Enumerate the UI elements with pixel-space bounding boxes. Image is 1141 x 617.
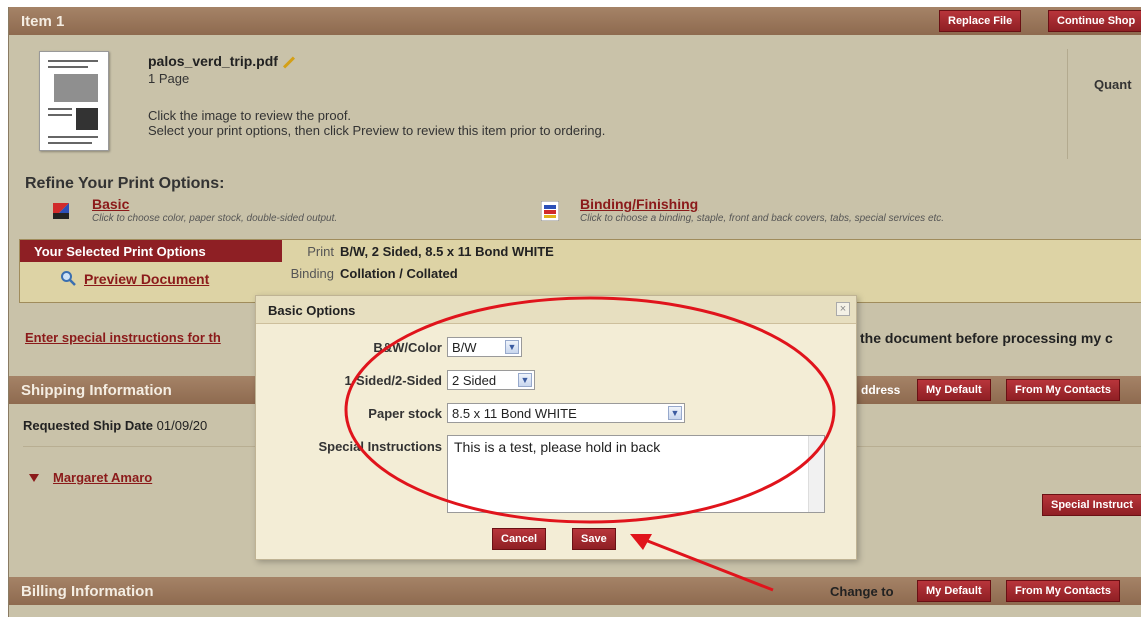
special-instructions-textarea[interactable]: This is a test, please hold in back <box>447 435 825 513</box>
refine-heading: Refine Your Print Options: <box>25 175 225 192</box>
options-hint: Select your print options, then click Pr… <box>148 123 606 138</box>
chevron-down-icon: ▼ <box>668 406 682 420</box>
dialog-title: Basic Options <box>268 303 356 318</box>
sided-select[interactable]: 2 Sided ▼ <box>447 370 535 390</box>
divider <box>1067 49 1068 159</box>
address-label: ddress <box>861 383 901 397</box>
close-icon[interactable]: × <box>836 302 850 316</box>
basic-options-dialog: Basic Options × B&W/Color B/W ▼ 1-Sided/2… <box>255 295 857 560</box>
selected-options-panel: Your Selected Print Options Preview Docu… <box>19 239 1141 303</box>
binding-finishing-link[interactable]: Binding/Finishing <box>580 196 698 212</box>
selected-options-tab: Your Selected Print Options <box>20 240 282 262</box>
special-instructions-label: Special Instructions <box>318 439 442 454</box>
shipping-title: Shipping Information <box>21 382 172 399</box>
quantity-label: Quant <box>1094 77 1132 92</box>
binding-finishing-desc: Click to choose a binding, staple, front… <box>580 213 945 224</box>
continue-shopping-button[interactable]: Continue Shop <box>1048 10 1141 32</box>
color-select[interactable]: B/W ▼ <box>447 337 522 357</box>
requested-ship-date: Requested Ship Date 01/09/20 <box>23 418 208 433</box>
special-instructions-link[interactable]: Enter special instructions for th <box>25 330 221 345</box>
print-label: Print <box>307 244 334 259</box>
chevron-down-icon: ▼ <box>505 340 519 354</box>
document-thumbnail[interactable] <box>39 51 109 151</box>
dialog-header: Basic Options × <box>256 296 856 324</box>
billing-header: Billing Information Change to My Default… <box>9 577 1141 605</box>
preview-document-link[interactable]: Preview Document <box>84 271 209 287</box>
pencil-edit-icon[interactable] <box>282 56 295 69</box>
magnifier-icon[interactable] <box>60 270 76 286</box>
billing-from-contacts-button[interactable]: From My Contacts <box>1006 580 1120 602</box>
cancel-button[interactable]: Cancel <box>492 528 547 550</box>
print-value: B/W, 2 Sided, 8.5 x 11 Bond WHITE <box>340 244 554 259</box>
item-header: Item 1 Replace File Continue Shop <box>9 7 1141 35</box>
basic-options-link[interactable]: Basic <box>92 196 129 212</box>
billing-my-default-button[interactable]: My Default <box>917 580 991 602</box>
color-palette-icon <box>53 203 69 219</box>
binding-label: Binding <box>290 266 334 281</box>
triangle-down-icon <box>29 474 39 482</box>
paper-stock-select[interactable]: 8.5 x 11 Bond WHITE ▼ <box>447 403 685 423</box>
sided-label: 1-Sided/2-Sided <box>344 373 442 388</box>
shipping-from-contacts-button[interactable]: From My Contacts <box>1006 379 1120 401</box>
chevron-down-icon: ▼ <box>518 373 532 387</box>
page-count: 1 Page <box>148 71 190 86</box>
ship-contact[interactable]: Margaret Amaro <box>29 470 152 485</box>
color-label: B&W/Color <box>373 340 442 355</box>
billing-title: Billing Information <box>21 583 154 600</box>
binding-icon <box>541 201 559 221</box>
instructions-checkbox-label: the document before processing my c <box>860 330 1113 346</box>
binding-value: Collation / Collated <box>340 266 458 281</box>
file-name: palos_verd_trip.pdf <box>148 53 296 69</box>
review-hint: Click the image to review the proof. <box>148 108 352 123</box>
basic-options-desc: Click to choose color, paper stock, doub… <box>92 213 338 224</box>
special-instructions-button[interactable]: Special Instruct <box>1042 494 1141 516</box>
item-title: Item 1 <box>21 13 65 30</box>
change-to-label: Change to <box>830 584 894 599</box>
shipping-my-default-button[interactable]: My Default <box>917 379 991 401</box>
paper-stock-label: Paper stock <box>368 406 442 421</box>
save-button[interactable]: Save <box>572 528 616 550</box>
scrollbar[interactable] <box>808 436 824 512</box>
replace-file-button[interactable]: Replace File <box>939 10 1022 32</box>
